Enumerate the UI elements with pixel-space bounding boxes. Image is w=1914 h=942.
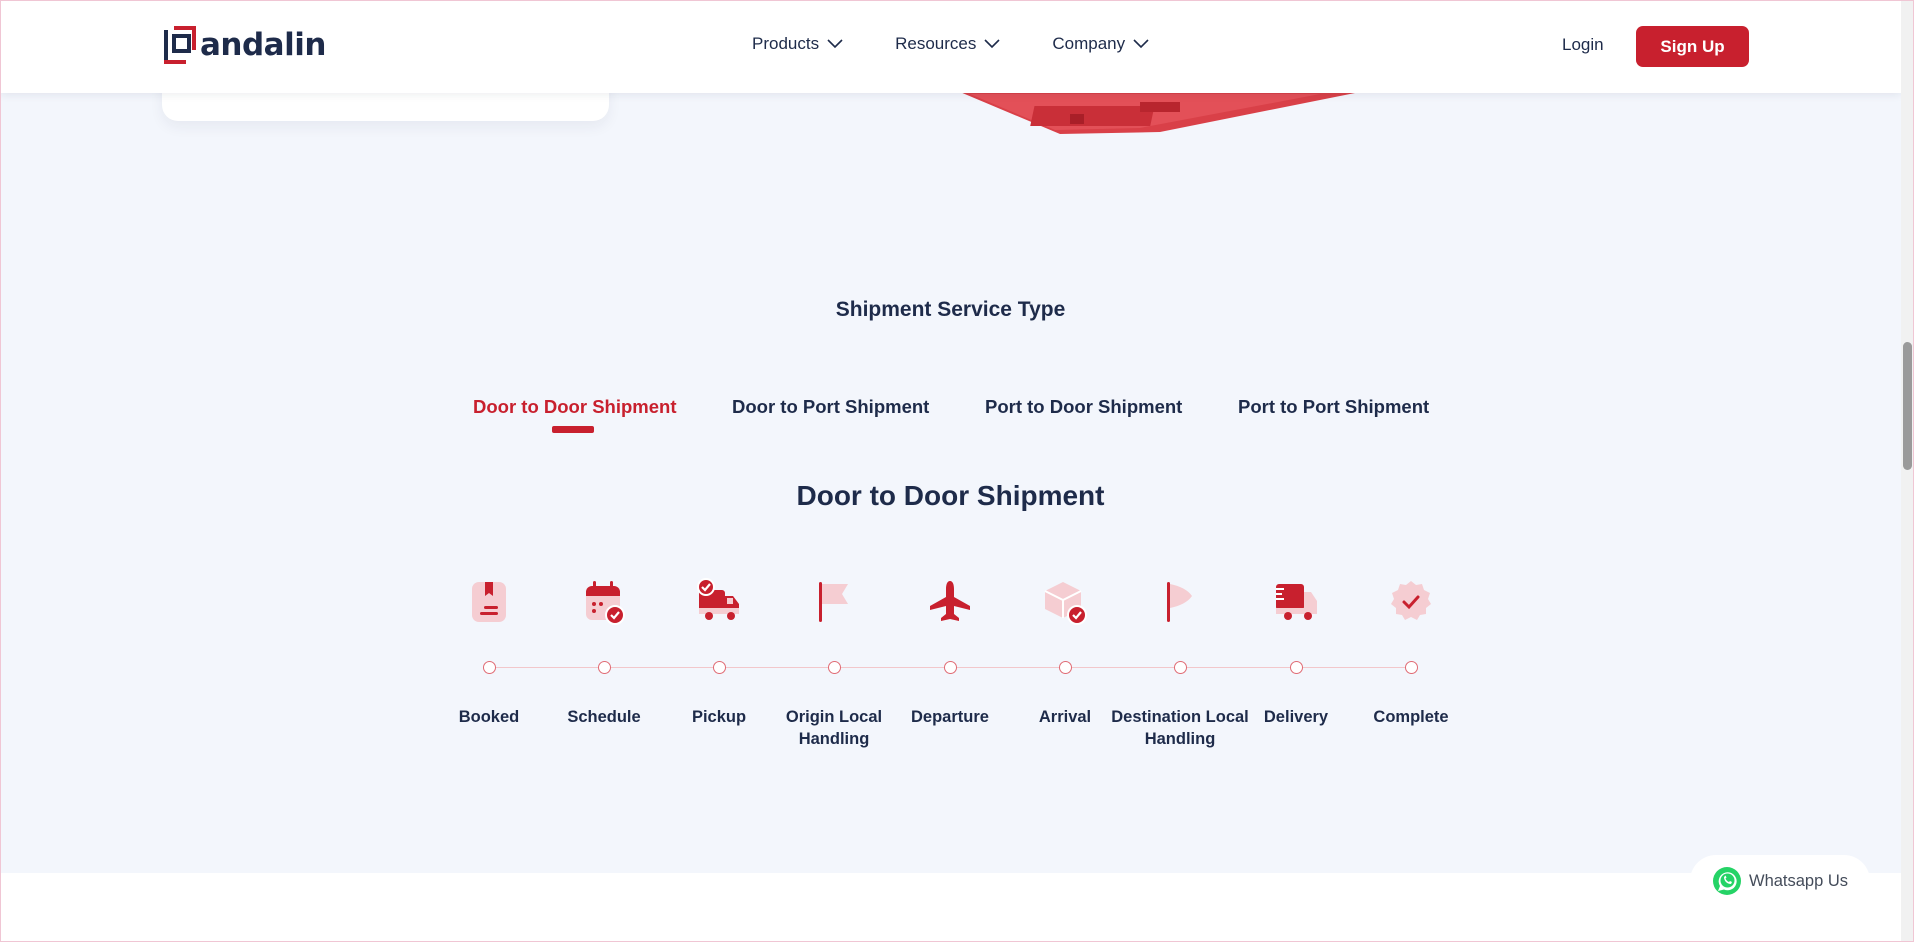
scrollbar-thumb[interactable]	[1903, 342, 1912, 470]
nav-item-label: Products	[752, 34, 820, 53]
logo-mark-icon	[162, 26, 198, 64]
step-marker	[598, 661, 611, 674]
main-nav: Products Resources Company	[752, 34, 1201, 54]
pickup-truck-icon	[695, 578, 743, 626]
signup-button[interactable]: Sign Up	[1636, 26, 1749, 67]
nav-item-company[interactable]: Company	[1052, 34, 1149, 54]
tab-door-to-port[interactable]: Door to Port Shipment	[732, 396, 929, 418]
viewport-frame	[0, 0, 1914, 942]
nav-item-label: Company	[1052, 34, 1126, 53]
flag-outline-icon	[1156, 578, 1204, 626]
chevron-down-icon	[827, 39, 843, 49]
nav-item-label: Resources	[895, 34, 977, 53]
whatsapp-icon	[1713, 867, 1741, 895]
step-label: Complete	[1373, 708, 1449, 726]
delivery-truck-icon	[1272, 578, 1320, 626]
flag-icon	[810, 578, 858, 626]
step-marker	[1174, 661, 1187, 674]
nav-item-resources[interactable]: Resources	[895, 34, 1000, 54]
shipment-type-heading: Door to Door Shipment	[796, 480, 1105, 511]
step-marker	[483, 661, 496, 674]
whatsapp-button[interactable]: Whatsapp Us	[1690, 855, 1870, 907]
whatsapp-label: Whatsapp Us	[1749, 871, 1849, 890]
chevron-down-icon	[1133, 39, 1149, 49]
service-type-tabs: Door to Door Shipment Door to Port Shipm…	[0, 396, 1901, 436]
section-title: Shipment Service Type	[835, 298, 1066, 321]
brand-logo[interactable]: andalin	[162, 26, 326, 64]
airplane-icon	[926, 578, 974, 626]
badge-check-icon	[1387, 578, 1435, 626]
chevron-down-icon	[984, 39, 1000, 49]
step-marker	[1059, 661, 1072, 674]
brand-name: andalin	[200, 27, 326, 63]
step-marker	[828, 661, 841, 674]
active-tab-indicator	[552, 426, 594, 433]
page-scrollbar[interactable]	[1901, 0, 1914, 942]
box-check-icon	[1041, 578, 1089, 626]
step-marker	[713, 661, 726, 674]
step-marker	[1405, 661, 1418, 674]
step-marker	[1290, 661, 1303, 674]
tab-door-to-door[interactable]: Door to Door Shipment	[473, 396, 676, 418]
next-section	[0, 873, 1901, 942]
tab-port-to-port[interactable]: Port to Port Shipment	[1238, 396, 1429, 418]
nav-item-products[interactable]: Products	[752, 34, 843, 54]
booking-icon	[465, 578, 513, 626]
calendar-check-icon	[580, 578, 628, 626]
site-header: andalin Products Resources Company Login…	[0, 0, 1901, 93]
tab-port-to-door[interactable]: Port to Door Shipment	[985, 396, 1182, 418]
step-marker	[944, 661, 957, 674]
login-link[interactable]: Login	[1562, 35, 1604, 55]
